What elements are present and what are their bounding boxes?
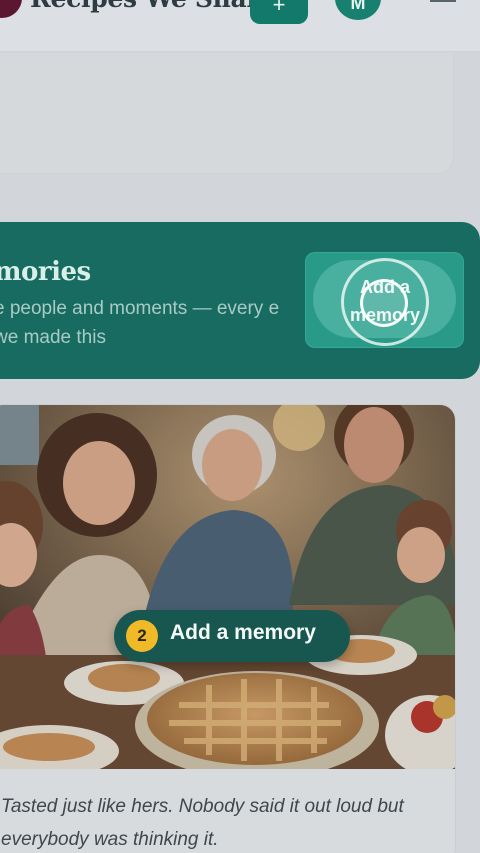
hamburger-menu-icon[interactable] bbox=[430, 0, 456, 4]
app-title: Recipes We Share bbox=[30, 0, 275, 13]
avatar[interactable]: M bbox=[335, 0, 381, 20]
banner-subtitle: e people and moments — every e we made t… bbox=[0, 298, 280, 348]
family-pie-photo bbox=[0, 405, 455, 769]
tooltip-label: Add a memory bbox=[170, 621, 316, 644]
add-recipe-button[interactable]: + bbox=[250, 0, 308, 24]
tooltip-step-badge: 2 bbox=[126, 620, 158, 652]
top-card bbox=[0, 53, 454, 174]
memory-caption: Tasted just like hers. Nobody said it ou… bbox=[1, 796, 404, 850]
app-header: Recipes We Share + M bbox=[0, 0, 480, 52]
tap-indicator-dot bbox=[360, 279, 408, 327]
app-logo[interactable] bbox=[0, 0, 22, 18]
banner-title: emories bbox=[0, 257, 91, 287]
